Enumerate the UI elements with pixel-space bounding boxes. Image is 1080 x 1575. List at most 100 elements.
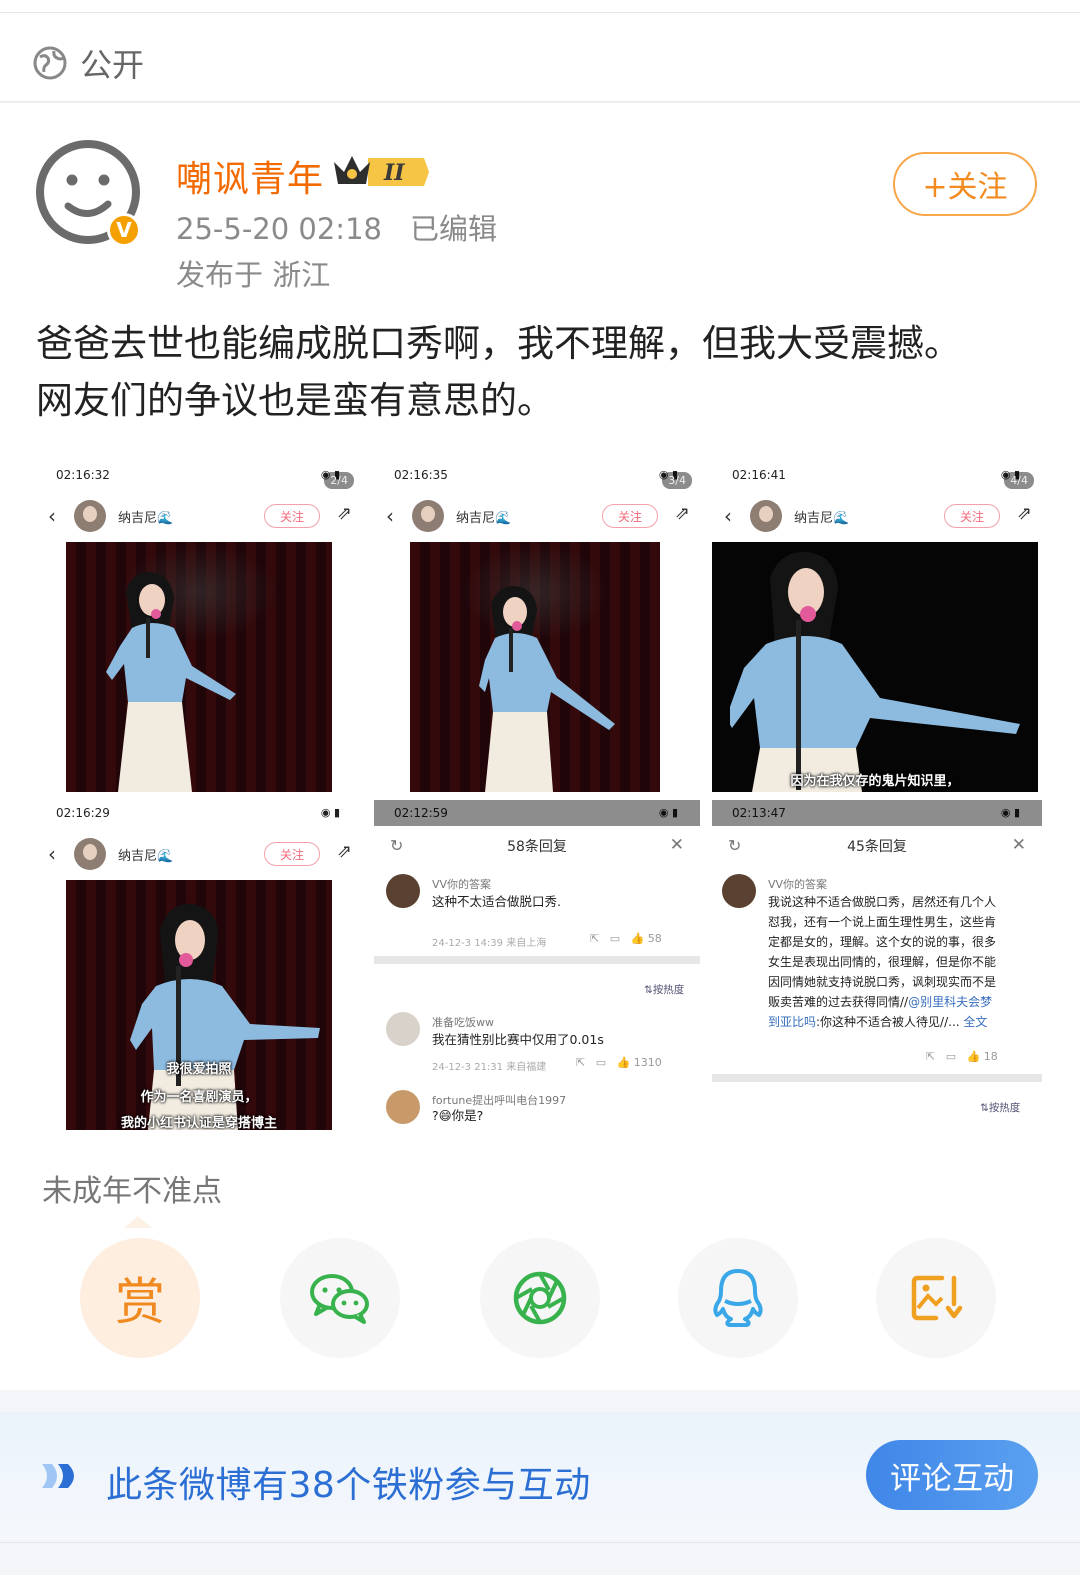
iron-fans-banner: 此条微博有38个铁粉参与互动 评论互动 xyxy=(0,1412,1080,1540)
wechat-icon xyxy=(310,1274,369,1324)
image-counter: 4/4 xyxy=(1004,472,1034,489)
like-count: 18 xyxy=(983,1050,998,1063)
comment-author: VV你的答案 xyxy=(768,878,828,891)
back-icon: ‹ xyxy=(724,504,732,528)
comment-avatar xyxy=(386,1090,420,1124)
save-image-button[interactable] xyxy=(876,1238,996,1358)
comment-text: 我说这种不适合做脱口秀，居然还有几个人 怼我，还有一个说上面生理性男生，这些肯 … xyxy=(768,892,1040,1032)
comment-interact-button[interactable]: 评论互动 xyxy=(866,1440,1038,1510)
post-meta: 25-5-20 02:18 已编辑 xyxy=(176,206,525,248)
share-icon: ⇗ xyxy=(1016,503,1032,524)
post-location: 发布于 浙江 xyxy=(176,258,331,292)
sort-label: 按热度 xyxy=(652,984,685,996)
video-caption: 因为在我仅存的鬼片知识里， xyxy=(790,774,960,789)
nav-username: 纳吉尼🌊 xyxy=(118,849,174,864)
nav-username: 纳吉尼🌊 xyxy=(794,511,850,526)
comment-meta: 24-12-3 21:31 来自福建 xyxy=(432,1062,547,1073)
image-tile[interactable]: 02:16:41 ◉ ▮ ‹ 纳吉尼🌊 关注 ⇗ 因为在我仅存的鬼片知识里， 4… xyxy=(712,460,1042,794)
share-moments-button[interactable] xyxy=(480,1238,600,1358)
status-time: 02:16:32 xyxy=(56,468,110,482)
photo-stage: 我很爱拍照 作为一名喜剧演员， 我的小红书认证是穿搭博主 xyxy=(66,880,332,1130)
visibility-label: 公开 xyxy=(80,46,145,84)
photo-stage xyxy=(66,542,332,792)
video-caption: 我很爱拍照 xyxy=(166,1062,232,1077)
sort-label: 按热度 xyxy=(988,1102,1021,1114)
comment-text: ?😄你是? xyxy=(432,1108,484,1123)
comment-line: 定都是女的，理解。这个女的说的事，很多 xyxy=(768,935,997,949)
comment-line: 因同情她就支持说脱口秀，讽刺现实而不是 xyxy=(768,975,997,989)
level-badge-text: II xyxy=(383,160,405,186)
image-grid: 02:16:32 ◉ ▮ ‹ 纳吉尼🌊 关注 ⇗ 2/4 02:16:35 ◉ xyxy=(36,460,1042,1130)
share-bar: 赏 xyxy=(0,1228,1080,1390)
follow-button[interactable]: +关注 xyxy=(893,152,1037,216)
back-icon: ‹ xyxy=(386,504,394,528)
comment-actions: ⇱ ▭ 👍 58 xyxy=(590,932,662,945)
back-icon: ‹ xyxy=(48,504,56,528)
qq-icon xyxy=(713,1269,763,1327)
edited-label: 已编辑 xyxy=(409,212,497,246)
wifi-battery-icon: ◉ ▮ xyxy=(320,806,340,819)
post-text: 爸爸去世也能编成脱口秀啊，我不理解，但我大受震撼。 网友们的争议也是蛮有意思的。 xyxy=(36,315,1046,429)
like-count: 58 xyxy=(647,932,662,945)
post-text-line: 网友们的争议也是蛮有意思的。 xyxy=(36,379,554,422)
moments-icon xyxy=(513,1271,567,1325)
replies-title: 45条回复 xyxy=(847,839,907,855)
comment-avatar xyxy=(722,874,756,908)
globe-icon xyxy=(33,46,67,80)
reward-button[interactable]: 赏 xyxy=(80,1238,200,1358)
like-count: 1310 xyxy=(633,1056,662,1069)
post-time: 25-5-20 02:18 xyxy=(176,212,382,246)
status-time: 02:12:59 xyxy=(394,806,448,820)
comment-line: 到亚比吗:你这种不适合被人待见//... 全文 xyxy=(768,1012,1040,1032)
comment-line-part: 贩卖苦难的过去获得同情// xyxy=(768,995,909,1009)
nav-row: ‹ 纳吉尼🌊 关注 ⇗ xyxy=(36,834,362,874)
image-tile[interactable]: 02:16:32 ◉ ▮ ‹ 纳吉尼🌊 关注 ⇗ 2/4 xyxy=(36,460,362,794)
mention-link: @别里科夫会梦 xyxy=(908,995,993,1009)
vip-crown-badge-icon: II xyxy=(334,156,429,186)
nav-row: ‹ 纳吉尼🌊 关注 ⇗ xyxy=(712,496,1042,536)
share-wechat-button[interactable] xyxy=(280,1238,400,1358)
status-time: 02:16:41 xyxy=(732,468,786,482)
age-notice: 未成年不准点 xyxy=(42,1174,222,1209)
replies-header: ↻ 45条回复 ✕ xyxy=(712,826,1042,866)
fans-badge-icon xyxy=(42,1464,74,1488)
comment-meta: 24-12-3 14:39 来自上海 xyxy=(432,938,547,949)
nav-username: 纳吉尼🌊 xyxy=(456,511,512,526)
performer-figure xyxy=(479,586,615,792)
comment-avatar xyxy=(386,1012,420,1046)
dimmed-status-bar: 02:12:59 ◉ ▮ xyxy=(374,800,700,826)
comment-line-part: :你这种不适合被人待见//... xyxy=(816,1015,964,1029)
post-text-line: 爸爸去世也能编成脱口秀啊，我不理解，但我大受震撼。 xyxy=(36,322,961,365)
mention-link: 到亚比吗 xyxy=(768,1015,817,1029)
nav-avatar xyxy=(412,500,444,532)
save-image-icon xyxy=(911,1275,963,1321)
visibility-indicator: 公开 xyxy=(32,40,144,86)
comment-author: VV你的答案 xyxy=(432,878,492,891)
share-qq-button[interactable] xyxy=(678,1238,798,1358)
status-time: 02:13:47 xyxy=(732,806,786,820)
comment-divider xyxy=(374,956,700,964)
reward-icon: 赏 xyxy=(115,1273,165,1331)
nav-follow-button: 关注 xyxy=(264,504,320,528)
image-tile[interactable]: 02:13:47 ◉ ▮ ↻ 45条回复 ✕ VV你的答案 我说这种不适合做脱口… xyxy=(712,800,1042,1130)
wifi-battery-icon: ◉ ▮ xyxy=(658,806,678,819)
wifi-battery-icon: ◉ ▮ xyxy=(1000,806,1020,819)
comment-text: 这种不太适合做脱口秀. xyxy=(432,894,561,909)
image-counter: 2/4 xyxy=(324,472,354,489)
nav-avatar xyxy=(750,500,782,532)
comment-text: 我在猜性别比赛中仅用了0.01s xyxy=(432,1032,604,1047)
performer-figure xyxy=(730,551,1020,792)
nav-row: ‹ 纳吉尼🌊 关注 ⇗ xyxy=(36,496,362,536)
photo-stage xyxy=(410,542,660,792)
replies-header: ↻ 58条回复 ✕ xyxy=(374,826,700,866)
image-tile[interactable]: 02:16:29 ◉ ▮ ‹ 纳吉尼🌊 关注 ⇗ 我很爱拍照 作为一名喜剧演员，… xyxy=(36,798,362,1130)
nav-avatar xyxy=(74,838,106,870)
image-tile[interactable]: 02:16:35 ◉ ▮ ‹ 纳吉尼🌊 关注 ⇗ 3/4 xyxy=(374,460,700,794)
comment-avatar xyxy=(386,874,420,908)
dimmed-status-bar: 02:13:47 ◉ ▮ xyxy=(712,800,1042,826)
author-name[interactable]: 嘲讽青年 xyxy=(176,150,324,202)
image-tile[interactable]: 02:12:59 ◉ ▮ ↻ 58条回复 ✕ VV你的答案 这种不太适合做脱口秀… xyxy=(374,800,700,1130)
comment-actions: ⇱ ▭ 👍 1310 xyxy=(576,1056,662,1069)
section-divider xyxy=(0,101,1080,103)
close-icon: ✕ xyxy=(1011,835,1026,855)
